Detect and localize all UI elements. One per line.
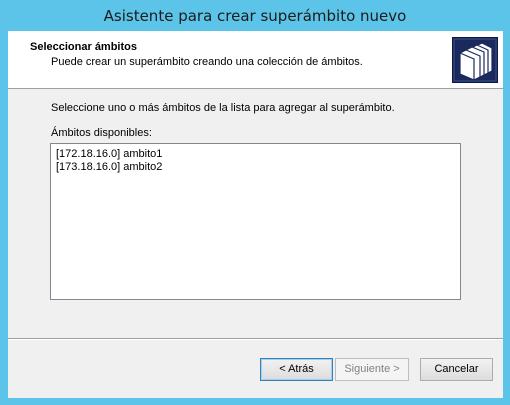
list-item-scope-1[interactable]: [172.18.16.0] ambito1 <box>56 148 162 161</box>
page-subtitle: Puede crear un superámbito creando una c… <box>51 56 363 68</box>
wizard-header: Seleccionar ámbitos Puede crear un super… <box>8 31 503 89</box>
next-button[interactable]: Siguiente > <box>335 358 409 381</box>
wizard-window: Asistente para crear superámbito nuevo S… <box>0 0 510 405</box>
page-title: Seleccionar ámbitos <box>30 41 137 53</box>
instruction-text: Seleccione uno o más ámbitos de la lista… <box>51 102 395 114</box>
available-scopes-label: Ámbitos disponibles: <box>51 127 152 139</box>
window-title: Asistente para crear superámbito nuevo <box>103 7 407 25</box>
folder-stack-icon <box>452 37 498 83</box>
available-scopes-list[interactable]: [172.18.16.0] ambito1 [173.18.16.0] ambi… <box>50 143 461 300</box>
cancel-button[interactable]: Cancelar <box>420 358 493 381</box>
footer-divider <box>8 338 503 340</box>
wizard-client-area: Seleccionar ámbitos Puede crear un super… <box>8 31 503 398</box>
list-item-scope-2[interactable]: [173.18.16.0] ambito2 <box>56 161 162 174</box>
back-button[interactable]: < Atrás <box>260 358 333 381</box>
